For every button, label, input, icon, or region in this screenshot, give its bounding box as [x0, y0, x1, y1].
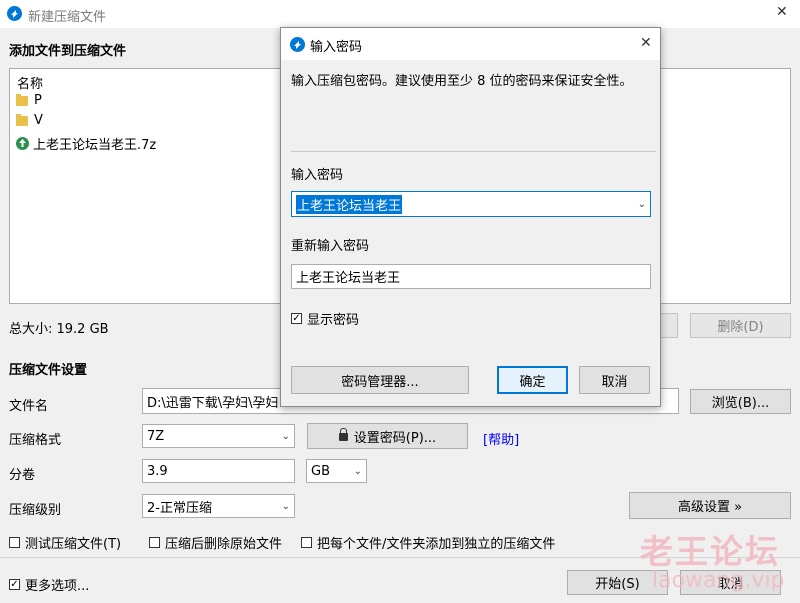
dialog-cancel-button[interactable]: 取消: [579, 366, 650, 394]
checkbox-box: [9, 537, 20, 548]
list-item[interactable]: P: [16, 93, 42, 108]
watermark-url: laowang.vip: [652, 568, 785, 593]
separate-checkbox-label: 把每个文件/文件夹添加到独立的压缩文件: [317, 537, 556, 552]
filename-label: 文件名: [9, 399, 49, 414]
checkbox-box: [301, 537, 312, 548]
chevron-down-icon: ⌄: [353, 465, 362, 477]
level-label: 压缩级别: [9, 503, 62, 518]
title-bar: 新建压缩文件 ✕: [0, 0, 800, 28]
show-password-label: 显示密码: [307, 313, 360, 328]
watermark-text: 老王论坛: [640, 532, 780, 571]
app-logo-icon: [7, 6, 22, 21]
checkbox-box: ✓: [9, 578, 20, 590]
list-item[interactable]: 上老王论坛当老王.7z: [16, 134, 156, 153]
volume-unit-select[interactable]: GB ⌄: [306, 459, 367, 483]
level-select[interactable]: 2-正常压缩 ⌄: [142, 494, 295, 518]
chevron-down-icon: ⌄: [281, 430, 290, 442]
confirm-input[interactable]: 上老王论坛当老王: [291, 264, 651, 289]
confirm-label: 重新输入密码: [291, 239, 370, 254]
close-icon[interactable]: ✕: [776, 4, 788, 20]
volume-unit-value: GB: [311, 463, 330, 479]
folder-icon: [16, 93, 28, 106]
password-label: 输入密码: [291, 168, 344, 183]
more-options-checkbox[interactable]: ✓ 更多选项...: [9, 575, 89, 594]
password-input[interactable]: 上老王论坛当老王 ⌄: [291, 191, 651, 217]
password-dialog: 输入密码 ✕ 输入压缩包密码。建议使用至少 8 位的密码来保证安全性。 输入密码…: [280, 27, 661, 407]
delete-button[interactable]: 删除(D): [690, 313, 791, 338]
list-item-label: 上老王论坛当老王.7z: [33, 138, 157, 153]
list-header-name[interactable]: 名称: [17, 73, 43, 92]
separate-checkbox[interactable]: 把每个文件/文件夹添加到独立的压缩文件: [301, 533, 555, 552]
delete-after-label: 压缩后删除原始文件: [165, 537, 283, 552]
checkbox-box: ✓: [291, 312, 302, 324]
chevron-down-icon: ⌄: [281, 500, 290, 512]
window-title: 新建压缩文件: [28, 10, 107, 25]
delete-after-checkbox[interactable]: 压缩后删除原始文件: [149, 533, 282, 552]
password-manager-button[interactable]: 密码管理器...: [291, 366, 469, 394]
volume-field[interactable]: 3.9: [142, 459, 295, 483]
chevron-down-icon[interactable]: ⌄: [638, 199, 646, 210]
section-add-title: 添加文件到压缩文件: [9, 44, 127, 59]
dialog-title-bar: 输入密码 ✕: [281, 28, 660, 60]
dialog-close-icon[interactable]: ✕: [640, 35, 652, 51]
dialog-ok-button[interactable]: 确定: [497, 366, 568, 394]
checkbox-box: [149, 537, 160, 548]
browse-button[interactable]: 浏览(B)...: [690, 389, 791, 414]
test-checkbox-label: 测试压缩文件(T): [25, 537, 122, 552]
section-settings-title: 压缩文件设置: [9, 363, 88, 378]
list-item-label: V: [34, 113, 43, 128]
folder-icon: [16, 113, 28, 126]
format-label: 压缩格式: [9, 433, 62, 448]
dialog-divider: [291, 151, 656, 152]
level-select-value: 2-正常压缩: [147, 500, 212, 516]
list-item-label: P: [34, 93, 42, 108]
set-password-button[interactable]: 设置密码(P)...: [307, 423, 468, 449]
set-password-label: 设置密码(P)...: [353, 430, 437, 446]
total-size: 总大小: 19.2 GB: [9, 322, 109, 337]
help-link[interactable]: [帮助]: [483, 429, 519, 448]
volume-label: 分卷: [9, 468, 36, 483]
list-item[interactable]: V: [16, 113, 43, 128]
more-options-label: 更多选项...: [25, 579, 90, 594]
password-input-value: 上老王论坛当老王: [296, 194, 403, 214]
advanced-button[interactable]: 高级设置 »: [629, 492, 791, 519]
app-logo-icon: [290, 37, 305, 52]
lock-icon: [338, 428, 348, 441]
dialog-title: 输入密码: [310, 40, 363, 55]
archive-icon: [16, 137, 29, 150]
show-password-checkbox[interactable]: ✓ 显示密码: [291, 309, 359, 328]
format-select-value: 7Z: [147, 428, 165, 444]
format-select[interactable]: 7Z ⌄: [142, 424, 295, 448]
test-checkbox[interactable]: 测试压缩文件(T): [9, 533, 121, 552]
dialog-description: 输入压缩包密码。建议使用至少 8 位的密码来保证安全性。: [291, 74, 633, 89]
